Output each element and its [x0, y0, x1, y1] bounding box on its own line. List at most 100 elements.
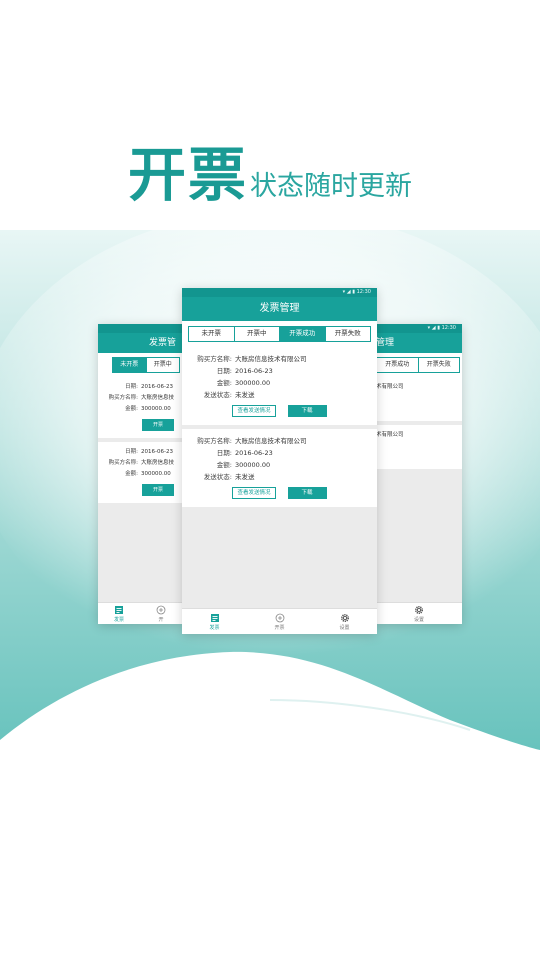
amount-row: 金额: 300000.00	[188, 459, 371, 471]
send-status-label: 发送状态:	[203, 473, 232, 481]
date-value: 2016-06-23	[141, 449, 173, 455]
signal-icon: ◢	[431, 325, 436, 331]
card-actions: 查看发送情况 下载	[188, 487, 371, 499]
nav-invoice[interactable]: 发票	[98, 603, 140, 624]
tab-invoice-failed[interactable]: 开票失败	[325, 327, 370, 341]
nav-invoice[interactable]: 发票	[182, 609, 247, 634]
amount-value: 300000.00	[235, 379, 271, 387]
tab-invoice-success[interactable]: 开票成功	[377, 358, 419, 372]
date-label: 日期:	[125, 449, 138, 455]
tab-bar-wrapper: 开票成功 开票失败	[376, 353, 462, 377]
card-actions: 开票	[102, 484, 180, 496]
nav-label: 设置	[339, 624, 350, 631]
date-value: 2016-06-23	[141, 384, 173, 390]
amount-label: 金额:	[216, 379, 232, 387]
invoice-card: 术有限公司	[376, 425, 462, 469]
tab-not-invoiced[interactable]: 未开票	[113, 358, 147, 372]
download-button[interactable]: 下载	[287, 405, 327, 417]
date-value: 2016-06-23	[235, 449, 273, 457]
nav-settings[interactable]: 设置	[376, 603, 462, 624]
amount-label: 金额:	[216, 461, 232, 469]
app-title: 管理	[376, 333, 462, 353]
buyer-row: 购买方名称: 大账房信息技	[102, 393, 180, 404]
tab-bar-wrapper: 未开票 开票中 开票成功 开票失败	[182, 321, 377, 347]
wifi-icon: ▾	[342, 289, 346, 295]
date-row: 日期: 2016-06-23	[188, 447, 371, 459]
add-circle-icon	[275, 613, 284, 622]
send-status-row: 发送状态: 未发送	[188, 389, 371, 401]
invoice-card: 购买方名称: 大账房信息技术有限公司 日期: 2016-06-23 金额: 30000…	[182, 429, 377, 507]
nav-issue[interactable]: 开	[140, 603, 182, 624]
nav-issue[interactable]: 开票	[247, 609, 312, 634]
send-status-row: 发送状态: 未发送	[188, 471, 371, 483]
gear-icon	[340, 613, 349, 622]
date-label: 日期:	[216, 367, 232, 375]
view-send-status-button[interactable]: 查看发送情况	[232, 405, 276, 417]
nav-label: 设置	[413, 616, 424, 623]
buyer-row: 术有限公司	[376, 382, 460, 393]
left-phone-screen: 发票管 未开票 开票中 日期: 2016-06-23 购买方名称: 大账房信息技 金…	[98, 324, 182, 624]
buyer-row: 购买方名称: 大账房信息技术有限公司	[188, 435, 371, 447]
headline-sub: 状态随时更新	[250, 171, 412, 202]
view-send-status-button[interactable]: 查看发送情况	[232, 487, 276, 499]
invoice-icon	[115, 605, 123, 614]
tab-invoice-failed[interactable]: 开票失败	[418, 358, 459, 372]
amount-value: 300000.00	[141, 406, 171, 412]
buyer-label: 购买方名称:	[197, 437, 232, 445]
tab-bar: 未开票 开票中	[112, 357, 180, 373]
invoice-card: 日期: 2016-06-23 购买方名称: 大账房信息技 金额: 300000.00 …	[98, 442, 182, 503]
battery-icon: ▮	[437, 325, 440, 331]
send-status-value: 未发送	[235, 473, 255, 481]
date-label: 日期:	[216, 449, 232, 457]
buyer-value: 大账房信息技	[141, 395, 175, 401]
nav-label: 开	[158, 616, 164, 623]
date-row: 日期: 2016-06-23	[188, 365, 371, 377]
buyer-value: 大账房信息技术有限公司	[235, 437, 307, 445]
headline: 开票状态随时更新	[0, 128, 540, 212]
amount-row: 金额: 300000.00	[102, 404, 180, 415]
bottom-nav: 发票 开	[98, 602, 182, 624]
buyer-value: 大账房信息技	[141, 460, 175, 466]
issue-invoice-button[interactable]: 开票	[142, 484, 174, 496]
tab-invoice-success[interactable]: 开票成功	[280, 327, 326, 341]
bottom-nav: 设置	[376, 602, 462, 624]
wifi-icon: ▾	[427, 325, 431, 331]
right-phone-screen: ▾ ◢ ▮ 12:30 管理 开票成功 开票失败 术有限公司 术有限公司 设置	[376, 324, 462, 624]
buyer-row: 术有限公司	[376, 430, 460, 441]
signal-icon: ◢	[346, 289, 351, 295]
status-bar	[98, 324, 182, 333]
buyer-value: 术有限公司	[376, 432, 404, 438]
bottom-nav: 发票 开票 设置	[182, 608, 377, 634]
status-time: 12:30	[356, 289, 371, 295]
nav-label: 发票	[113, 616, 124, 623]
tab-bar-wrapper: 未开票 开票中	[98, 353, 182, 377]
card-actions: 开票	[102, 419, 180, 431]
app-title: 发票管	[98, 333, 182, 353]
send-status-value: 未发送	[235, 391, 255, 399]
amount-value: 300000.00	[235, 461, 271, 469]
buyer-row: 购买方名称: 大账房信息技	[102, 458, 180, 469]
app-title: 发票管理	[182, 297, 377, 321]
invoice-card: 购买方名称: 大账房信息技术有限公司 日期: 2016-06-23 金额: 30000…	[182, 347, 377, 425]
amount-label: 金额:	[125, 406, 138, 412]
tab-not-invoiced[interactable]: 未开票	[189, 327, 235, 341]
card-actions: 查看发送情况 下载	[188, 405, 371, 417]
gear-icon	[414, 605, 424, 614]
battery-icon: ▮	[352, 289, 355, 295]
nav-settings[interactable]: 设置	[312, 609, 377, 634]
tab-invoicing[interactable]: 开票中	[146, 358, 179, 372]
status-time: 12:30	[441, 325, 456, 331]
date-label: 日期:	[125, 384, 138, 390]
date-value: 2016-06-23	[235, 367, 273, 375]
tab-invoicing[interactable]: 开票中	[234, 327, 280, 341]
invoice-card: 术有限公司	[376, 377, 462, 421]
buyer-label: 购买方名称:	[108, 395, 138, 401]
amount-value: 300000.00	[141, 471, 171, 477]
amount-row: 金额: 300000.00	[188, 377, 371, 389]
tab-bar: 未开票 开票中 开票成功 开票失败	[188, 326, 371, 342]
tab-bar: 开票成功 开票失败	[376, 357, 460, 373]
download-button[interactable]: 下载	[287, 487, 327, 499]
amount-label: 金额:	[125, 471, 138, 477]
center-phone-screen: ▾ ◢ ▮ 12:30 发票管理 未开票 开票中 开票成功 开票失败 购买方名称…	[182, 288, 377, 634]
issue-invoice-button[interactable]: 开票	[142, 419, 174, 431]
